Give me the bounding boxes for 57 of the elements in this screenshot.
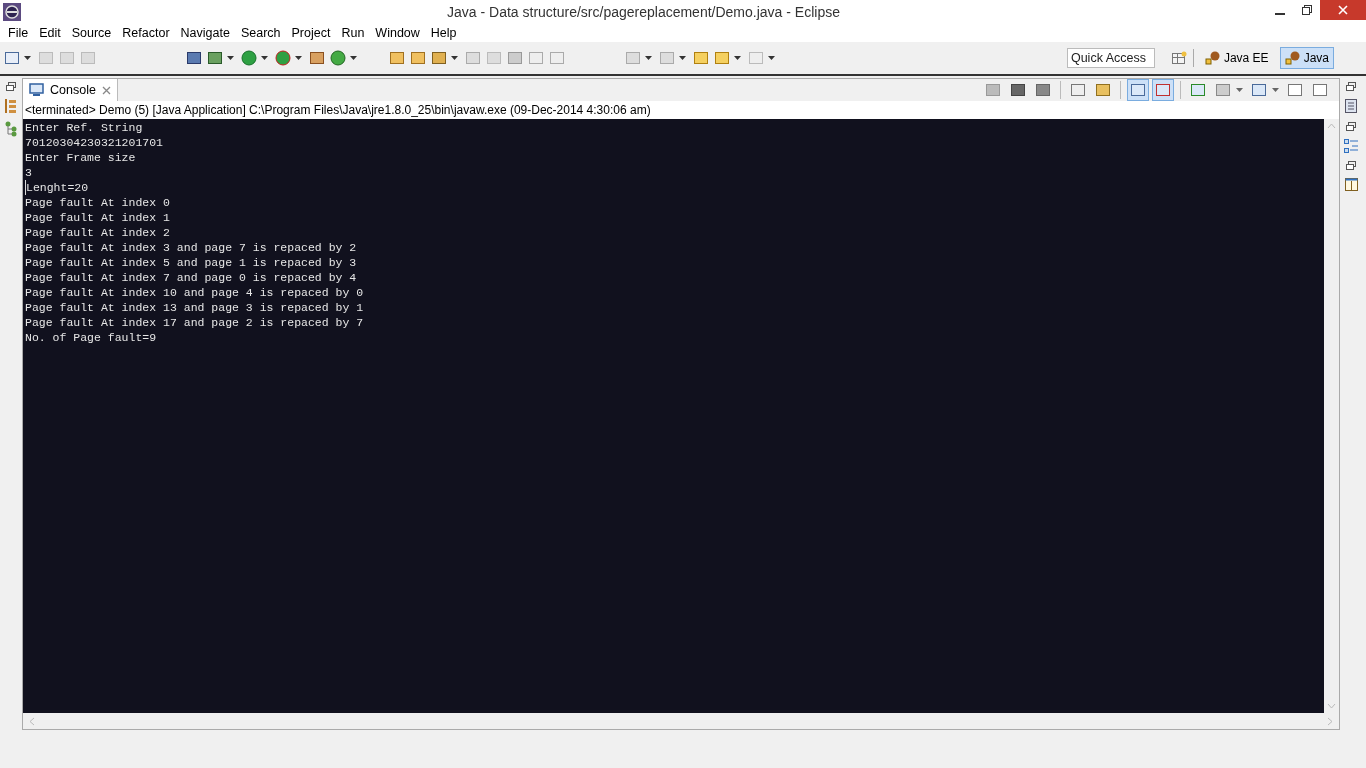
console-line: Lenght=20	[25, 180, 89, 195]
console-line: Enter Ref. String	[25, 120, 143, 135]
dropdown-caret-icon[interactable]	[734, 56, 741, 60]
console-line: Page fault At index 7 and page 0 is repaced by 4	[25, 270, 357, 285]
menu-item[interactable]: Navigate	[179, 26, 236, 40]
console-line: Page fault At index 10 and page 4 is repaced by 0	[25, 285, 364, 300]
console-line: Enter Frame size	[25, 150, 136, 165]
menu-item[interactable]: Source	[70, 26, 118, 40]
console-line: 3	[25, 165, 32, 180]
dropdown-caret-icon[interactable]	[1236, 88, 1243, 92]
quick-access-field[interactable]: Quick Access	[1066, 48, 1155, 68]
dropdown-caret-icon[interactable]	[24, 56, 31, 60]
dropdown-caret-icon[interactable]	[261, 56, 268, 60]
menu-item[interactable]: Edit	[38, 26, 67, 40]
restore-view-icon[interactable]	[6, 82, 16, 91]
open-perspective-icon[interactable]	[1170, 50, 1187, 66]
close-icon[interactable]	[101, 85, 111, 95]
hierarchy-icon[interactable]	[5, 121, 17, 137]
restore-view-icon[interactable]	[1346, 161, 1356, 170]
menu-item[interactable]: Project	[290, 26, 337, 40]
window-title: Java - Data structure/src/pagereplacement/Demo.java - Eclipse	[446, 4, 841, 20]
package-explorer-icon[interactable]	[5, 99, 17, 113]
console-line: Page fault At index 2	[25, 225, 170, 240]
dropdown-caret-icon[interactable]	[350, 56, 357, 60]
dropdown-caret-icon[interactable]	[645, 56, 652, 60]
close-icon	[1338, 5, 1348, 15]
restore-view-icon[interactable]	[1346, 122, 1356, 131]
dropdown-caret-icon[interactable]	[1272, 88, 1279, 92]
dropdown-caret-icon[interactable]	[451, 56, 458, 60]
menu-item[interactable]: Run	[340, 26, 371, 40]
menu-item[interactable]: Search	[239, 26, 287, 40]
console-line: Page fault At index 17 and page 2 is repaced by 7	[25, 315, 364, 330]
console-line: Page fault At index 3 and page 7 is repaced by 2	[25, 240, 357, 255]
layout-icon[interactable]	[1344, 178, 1358, 191]
dropdown-caret-icon[interactable]	[679, 56, 686, 60]
menu-item[interactable]: Window	[374, 26, 426, 40]
console-line: No. of Page fault=9	[25, 330, 157, 345]
console-line: Page fault At index 13 and page 3 is repaced by 1	[25, 300, 364, 315]
menu-item[interactable]: Refactor	[121, 26, 176, 40]
stop-icon[interactable]	[985, 82, 1001, 98]
menu-item[interactable]: File	[7, 26, 35, 40]
perspective-button[interactable]: Java	[1279, 47, 1334, 69]
outline-icon[interactable]	[1344, 139, 1358, 153]
console-line: 70120304230321201701	[25, 135, 164, 150]
dropdown-caret-icon[interactable]	[227, 56, 234, 60]
dropdown-caret-icon[interactable]	[768, 56, 775, 60]
eclipse-logo-icon	[3, 3, 21, 21]
console-line: Page fault At index 1	[25, 210, 170, 225]
menu-item[interactable]: Help	[429, 26, 463, 40]
view-tab[interactable]: Console	[23, 79, 118, 101]
restore-icon	[1301, 5, 1312, 15]
process-status-label: <terminated> Demo (5) [Java Application] C:\Program Files\Java\jre1.8.0_25\bin\javaw.exe (09-Dec-2014 4:30:06 am)	[23, 101, 1339, 119]
console-line: Page fault At index 5 and page 1 is repaced by 3	[25, 255, 357, 270]
dropdown-caret-icon[interactable]	[295, 56, 302, 60]
perspective-button[interactable]: Java EE	[1199, 47, 1274, 69]
restore-view-icon[interactable]	[1346, 82, 1356, 91]
console-line: Page fault At index 0	[25, 195, 170, 210]
